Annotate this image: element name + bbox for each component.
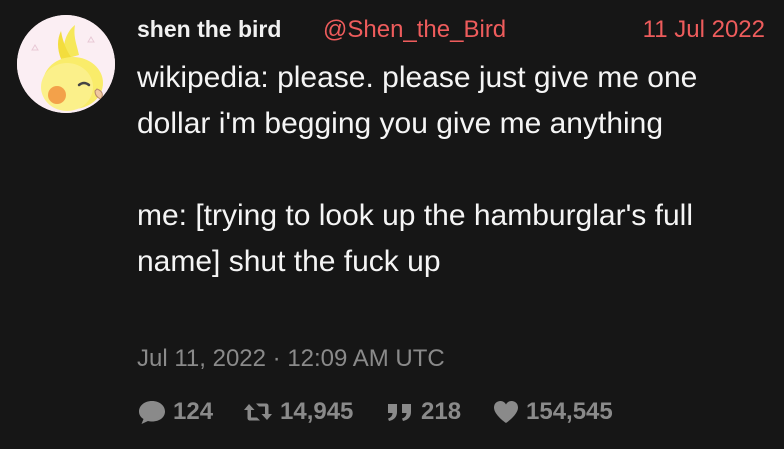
tweet-date-link[interactable]: 11 Jul 2022: [643, 16, 765, 44]
avatar[interactable]: [17, 15, 115, 113]
retweets-stat[interactable]: 14,945: [242, 396, 353, 428]
tweet-body: wikipedia: please. please just give me o…: [137, 61, 698, 278]
display-name[interactable]: shen the bird: [137, 16, 281, 43]
retweet-icon: [244, 403, 272, 421]
retweets-count: 14,945: [280, 398, 354, 425]
quotes-stat[interactable]: 218: [385, 396, 461, 428]
likes-count: 154,545: [526, 398, 613, 425]
speech-bubble-icon: [139, 401, 165, 424]
heart-icon: [494, 401, 518, 423]
tweet-header: shen the bird @Shen_the_Bird 11 Jul 2022: [137, 14, 765, 46]
tweet-timestamp: Jul 11, 2022 · 12:09 AM UTC: [137, 345, 445, 372]
quote-icon: [388, 404, 411, 421]
quotes-count: 218: [421, 398, 462, 425]
comments-count: 124: [173, 398, 214, 425]
tweet: shen the bird @Shen_the_Bird 11 Jul 2022…: [0, 0, 784, 449]
comments-stat[interactable]: 124: [137, 396, 213, 428]
username[interactable]: @Shen_the_Bird: [323, 16, 506, 44]
likes-stat[interactable]: 154,545: [492, 396, 613, 428]
cockatiel-avatar-icon: [17, 15, 115, 113]
